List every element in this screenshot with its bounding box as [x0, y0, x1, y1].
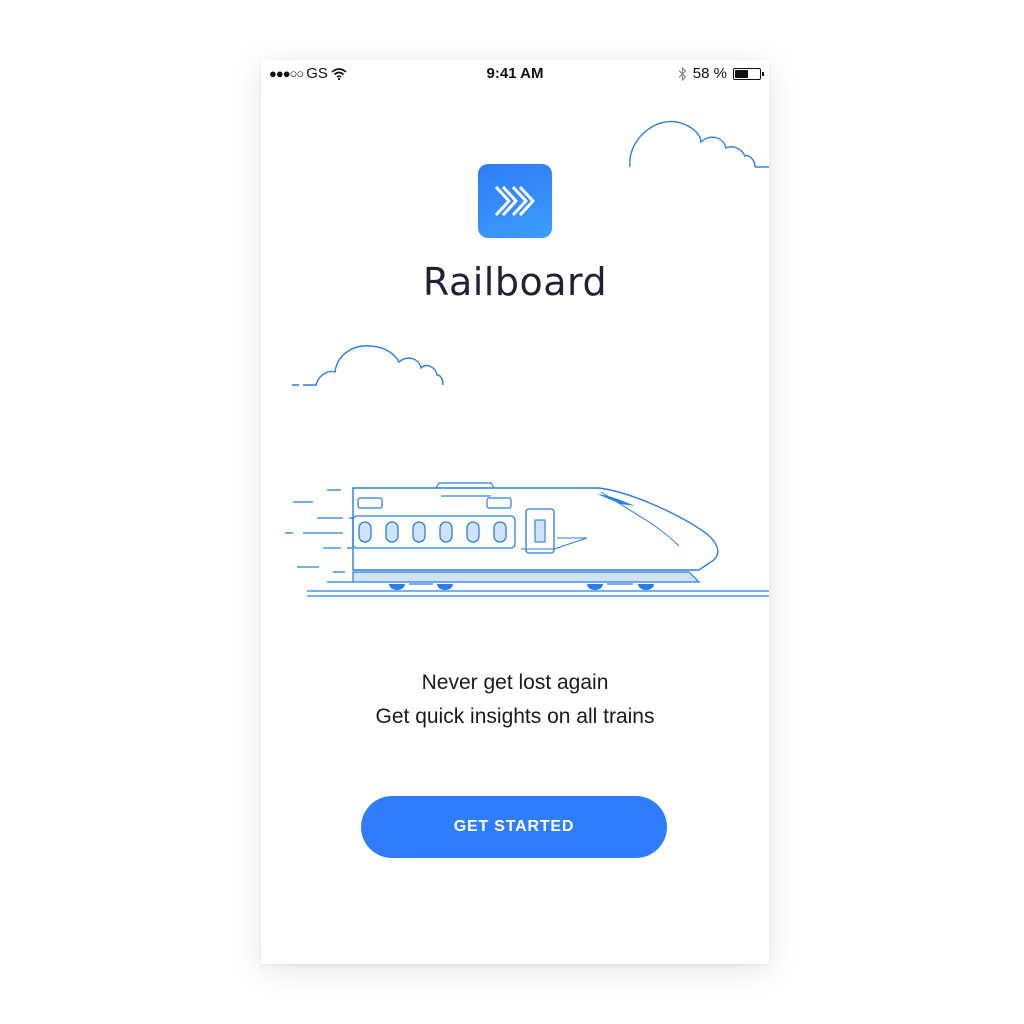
train-illustration	[285, 120, 769, 597]
cloud-icon	[629, 120, 769, 168]
tagline: Never get lost again Get quick insights …	[261, 666, 769, 734]
rails	[307, 590, 769, 597]
cloud-icon	[292, 345, 444, 386]
get-started-button[interactable]: GET STARTED	[361, 796, 667, 858]
train	[352, 482, 719, 590]
tagline-line-1: Never get lost again	[421, 671, 609, 694]
tagline-line-2: Get quick insights on all trains	[375, 705, 655, 728]
train-wheels	[389, 584, 654, 590]
onboarding-screen: ●●●○○ GS 9:41 AM 58 % Railboard Never ge…	[261, 60, 769, 964]
